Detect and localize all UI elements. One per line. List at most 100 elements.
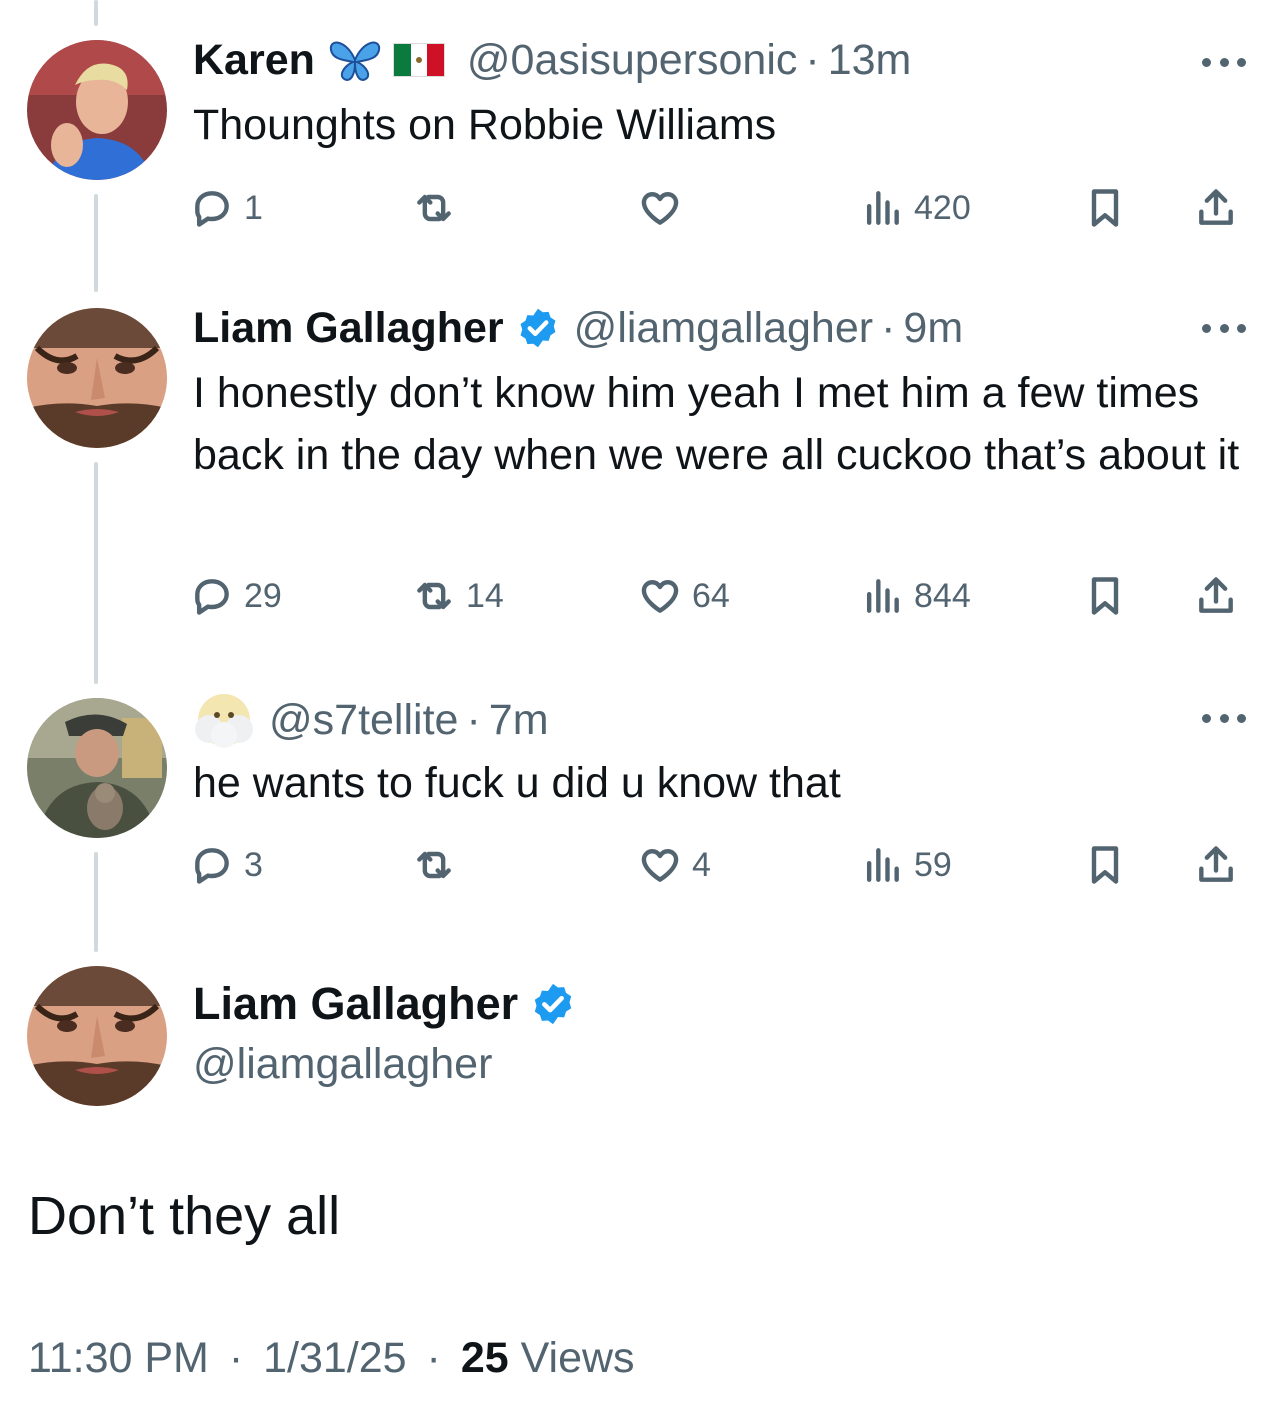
separator: ·: [805, 35, 820, 84]
tweet-meta: 11:30 PM · 1/31/25 · 25 Views: [28, 1334, 635, 1383]
views-button[interactable]: 420: [860, 183, 971, 233]
bookmark-icon: [1091, 577, 1119, 615]
view-count: 59: [914, 845, 952, 884]
analytics-icon: [866, 191, 899, 225]
separator: ·: [466, 695, 481, 744]
avatar-image: [27, 966, 167, 1106]
share-icon: [1199, 846, 1233, 882]
heart-icon: [641, 849, 679, 882]
avatar[interactable]: [27, 308, 167, 448]
analytics-icon: [866, 579, 899, 613]
tweet-date[interactable]: 1/31/25: [263, 1334, 406, 1382]
timestamp[interactable]: 13m: [828, 36, 912, 85]
repost-button[interactable]: [412, 840, 466, 890]
view-count: 420: [914, 188, 971, 227]
separator: ·: [228, 1334, 244, 1382]
reply-button[interactable]: 3: [190, 840, 263, 890]
heart-icon: [641, 580, 679, 613]
reply-count: 1: [244, 188, 263, 227]
reply-count: 3: [244, 845, 263, 884]
avatar[interactable]: [27, 698, 167, 838]
tweet-text: he wants to fuck u did u know that: [193, 759, 841, 807]
display-name[interactable]: Karen: [193, 36, 315, 85]
mexico-flag-icon: [392, 43, 445, 77]
thread-line: [94, 0, 98, 26]
reply-icon: [195, 191, 229, 227]
thread-line: [94, 852, 98, 952]
separator: ·: [426, 1334, 441, 1382]
avatar[interactable]: [27, 40, 167, 180]
like-count: 64: [692, 576, 730, 615]
reply-count: 29: [244, 576, 282, 615]
repost-icon: [417, 851, 451, 879]
timestamp[interactable]: 7m: [489, 696, 549, 745]
repost-button[interactable]: [412, 183, 466, 233]
face-in-clouds-emoji[interactable]: [193, 689, 255, 751]
reply-icon: [195, 848, 229, 884]
like-button[interactable]: 64: [638, 571, 730, 621]
avatar-image: [27, 308, 167, 448]
tweet-text: I honestly don’t know him yeah I met him…: [193, 369, 1240, 479]
more-options-icon[interactable]: [1202, 321, 1246, 335]
bookmark-button[interactable]: [1083, 840, 1127, 890]
handle[interactable]: @liamgallagher: [574, 304, 873, 353]
like-button[interactable]: 4: [638, 840, 711, 890]
bookmark-button[interactable]: [1083, 183, 1127, 233]
views-label: Views: [520, 1334, 635, 1382]
display-name[interactable]: Liam Gallagher: [193, 978, 518, 1030]
share-button[interactable]: [1194, 183, 1238, 233]
tweet-header: Liam Gallagher @liamgallagher · 9m: [193, 298, 963, 358]
bookmark-icon: [1091, 846, 1119, 884]
share-icon: [1199, 577, 1233, 613]
main-tweet-text: Don’t they all: [28, 1186, 341, 1246]
thread-line: [94, 462, 98, 684]
view-count: 844: [914, 576, 971, 615]
butterfly-emoji: [327, 36, 383, 84]
repost-count: 14: [466, 576, 504, 615]
timestamp[interactable]: 9m: [903, 304, 963, 353]
reply-button[interactable]: 1: [190, 183, 263, 233]
reply-icon: [195, 579, 229, 615]
like-button[interactable]: [638, 183, 692, 233]
share-icon: [1199, 189, 1233, 225]
handle[interactable]: @s7tellite: [269, 696, 458, 745]
bookmark-icon: [1091, 189, 1119, 227]
handle[interactable]: @0asisupersonic: [467, 36, 797, 85]
reply-button[interactable]: 29: [190, 571, 282, 621]
heart-icon: [641, 192, 679, 225]
more-options-icon[interactable]: [1202, 711, 1246, 725]
butterfly-icon: [329, 41, 380, 82]
verified-icon: [534, 983, 572, 1025]
repost-icon: [417, 582, 451, 610]
tweet-header: @s7tellite · 7m: [193, 690, 549, 750]
face-in-clouds-icon: [195, 694, 253, 748]
more-options-icon[interactable]: [1202, 55, 1246, 69]
thread-line: [94, 194, 98, 292]
separator: ·: [881, 303, 896, 352]
avatar-image: [27, 698, 167, 838]
like-count: 4: [692, 845, 711, 884]
verified-badge: [530, 981, 576, 1027]
avatar[interactable]: [27, 966, 167, 1106]
share-button[interactable]: [1194, 571, 1238, 621]
tweet-time[interactable]: 11:30 PM: [28, 1334, 209, 1382]
avatar-image: [27, 40, 167, 180]
verified-badge: [516, 306, 560, 350]
main-tweet-author[interactable]: Liam Gallagher: [193, 978, 576, 1030]
share-button[interactable]: [1194, 840, 1238, 890]
views-button[interactable]: 844: [860, 571, 971, 621]
repost-button[interactable]: 14: [412, 571, 504, 621]
action-bar: 1 420: [190, 183, 1250, 233]
views-button[interactable]: 59: [860, 840, 952, 890]
tweet-header: Karen @0asisupersonic · 13m: [193, 30, 911, 90]
bookmark-button[interactable]: [1083, 571, 1127, 621]
repost-icon: [417, 194, 451, 222]
display-name[interactable]: Liam Gallagher: [193, 304, 504, 353]
analytics-icon: [866, 848, 899, 882]
tweet-text: Thounghts on Robbie Williams: [193, 101, 777, 149]
views-count: 25: [460, 1334, 509, 1382]
action-bar: 29 14 64 844: [190, 571, 1250, 621]
verified-icon: [520, 308, 556, 348]
action-bar: 3 4 59: [190, 840, 1250, 890]
main-tweet-handle[interactable]: @liamgallagher: [193, 1040, 492, 1089]
